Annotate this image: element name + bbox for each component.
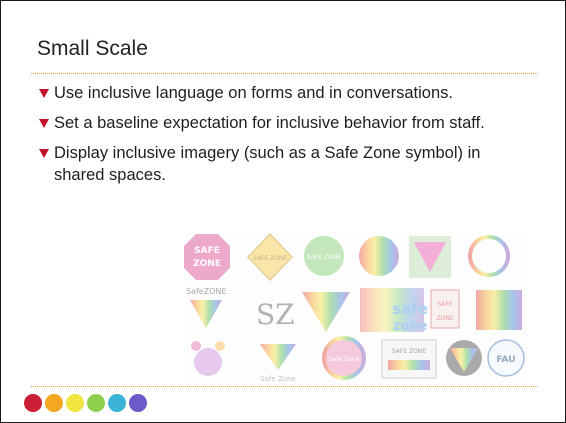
stop-sign-bottom-text: ZONE	[193, 259, 221, 269]
green-dot-icon	[87, 394, 105, 412]
pink-triangle-logo	[409, 236, 451, 278]
safe-zone-circle-logo: Safe Zone	[322, 336, 366, 380]
bullet-list: Use inclusive language on forms and in c…	[39, 82, 527, 194]
safe-zone-circle-text: Safe Zone	[329, 356, 360, 363]
safe-zone-sign-logo: SAFE ZONE	[381, 339, 437, 379]
orange-dot-icon	[45, 394, 63, 412]
color-dots-decoration	[24, 394, 147, 412]
safe-small-text: SAFE	[437, 301, 452, 308]
green-circle-text: SAFE ZONE	[307, 254, 341, 261]
slide-title: Small Scale	[37, 37, 148, 60]
bullet-text: Display inclusive imagery (such as a Saf…	[54, 144, 481, 184]
zone-small-text: ZONE	[436, 315, 453, 322]
bullet-text: Use inclusive language on forms and in c…	[54, 84, 453, 102]
rainbow-ring-logo	[468, 235, 510, 277]
safe-zone-collage-image: SAFE ZONE SAFE ZONE SAFE ZONE SafeZONE S…	[184, 232, 528, 384]
yellow-dot-icon	[66, 394, 84, 412]
safezone-text-logo: SafeZONE	[186, 287, 227, 328]
bullet-text: Set a baseline expectation for inclusive…	[54, 114, 485, 132]
safezone-text: SafeZONE	[186, 287, 227, 296]
diamond-sign-logo: SAFE ZONE	[246, 232, 294, 282]
bullet-item: Use inclusive language on forms and in c…	[39, 82, 527, 104]
rainbow-circle-logo	[359, 236, 399, 276]
small-safe-zone-logo: SAFE ZONE	[430, 289, 460, 329]
safe-word: safe	[392, 300, 428, 318]
triangle-bullet-icon	[39, 149, 49, 158]
safe-zone-caption: Safe Zone	[260, 375, 296, 383]
zone-word: zone	[393, 319, 428, 334]
red-dot-icon	[24, 394, 42, 412]
fau-logo: FAU	[487, 339, 525, 377]
sz-logo: SZ	[256, 298, 295, 331]
bullet-item: Set a baseline expectation for inclusive…	[39, 112, 527, 134]
blue-dot-icon	[108, 394, 126, 412]
triangle-bullet-icon	[39, 119, 49, 128]
stop-sign-top-text: SAFE	[194, 246, 220, 256]
safe-zone-sign-text: SAFE ZONE	[392, 348, 426, 355]
fau-text: FAU	[496, 355, 515, 365]
bullet-item: Display inclusive imagery (such as a Saf…	[39, 142, 527, 186]
footer-divider	[31, 386, 538, 387]
paw-print-logo	[191, 341, 225, 376]
slide: Small Scale Use inclusive language on fo…	[0, 0, 566, 423]
diamond-sign-text: SAFE ZONE	[253, 255, 287, 262]
triangle-bullet-icon	[39, 89, 49, 98]
safe-zone-rainbow-logo: safe zone	[360, 288, 428, 334]
stop-sign-logo: SAFE ZONE	[184, 234, 230, 280]
purple-dot-icon	[129, 394, 147, 412]
green-circle-logo: SAFE ZONE	[304, 236, 344, 276]
rainbow-down-triangle-logo: Safe Zone	[260, 344, 296, 383]
rainbow-stripes-logo	[476, 290, 522, 330]
title-divider	[31, 73, 538, 74]
sz-logo-text: SZ	[256, 298, 295, 331]
rainbow-triangle-logo	[302, 292, 350, 332]
dark-circle-triangle-logo	[446, 340, 482, 376]
